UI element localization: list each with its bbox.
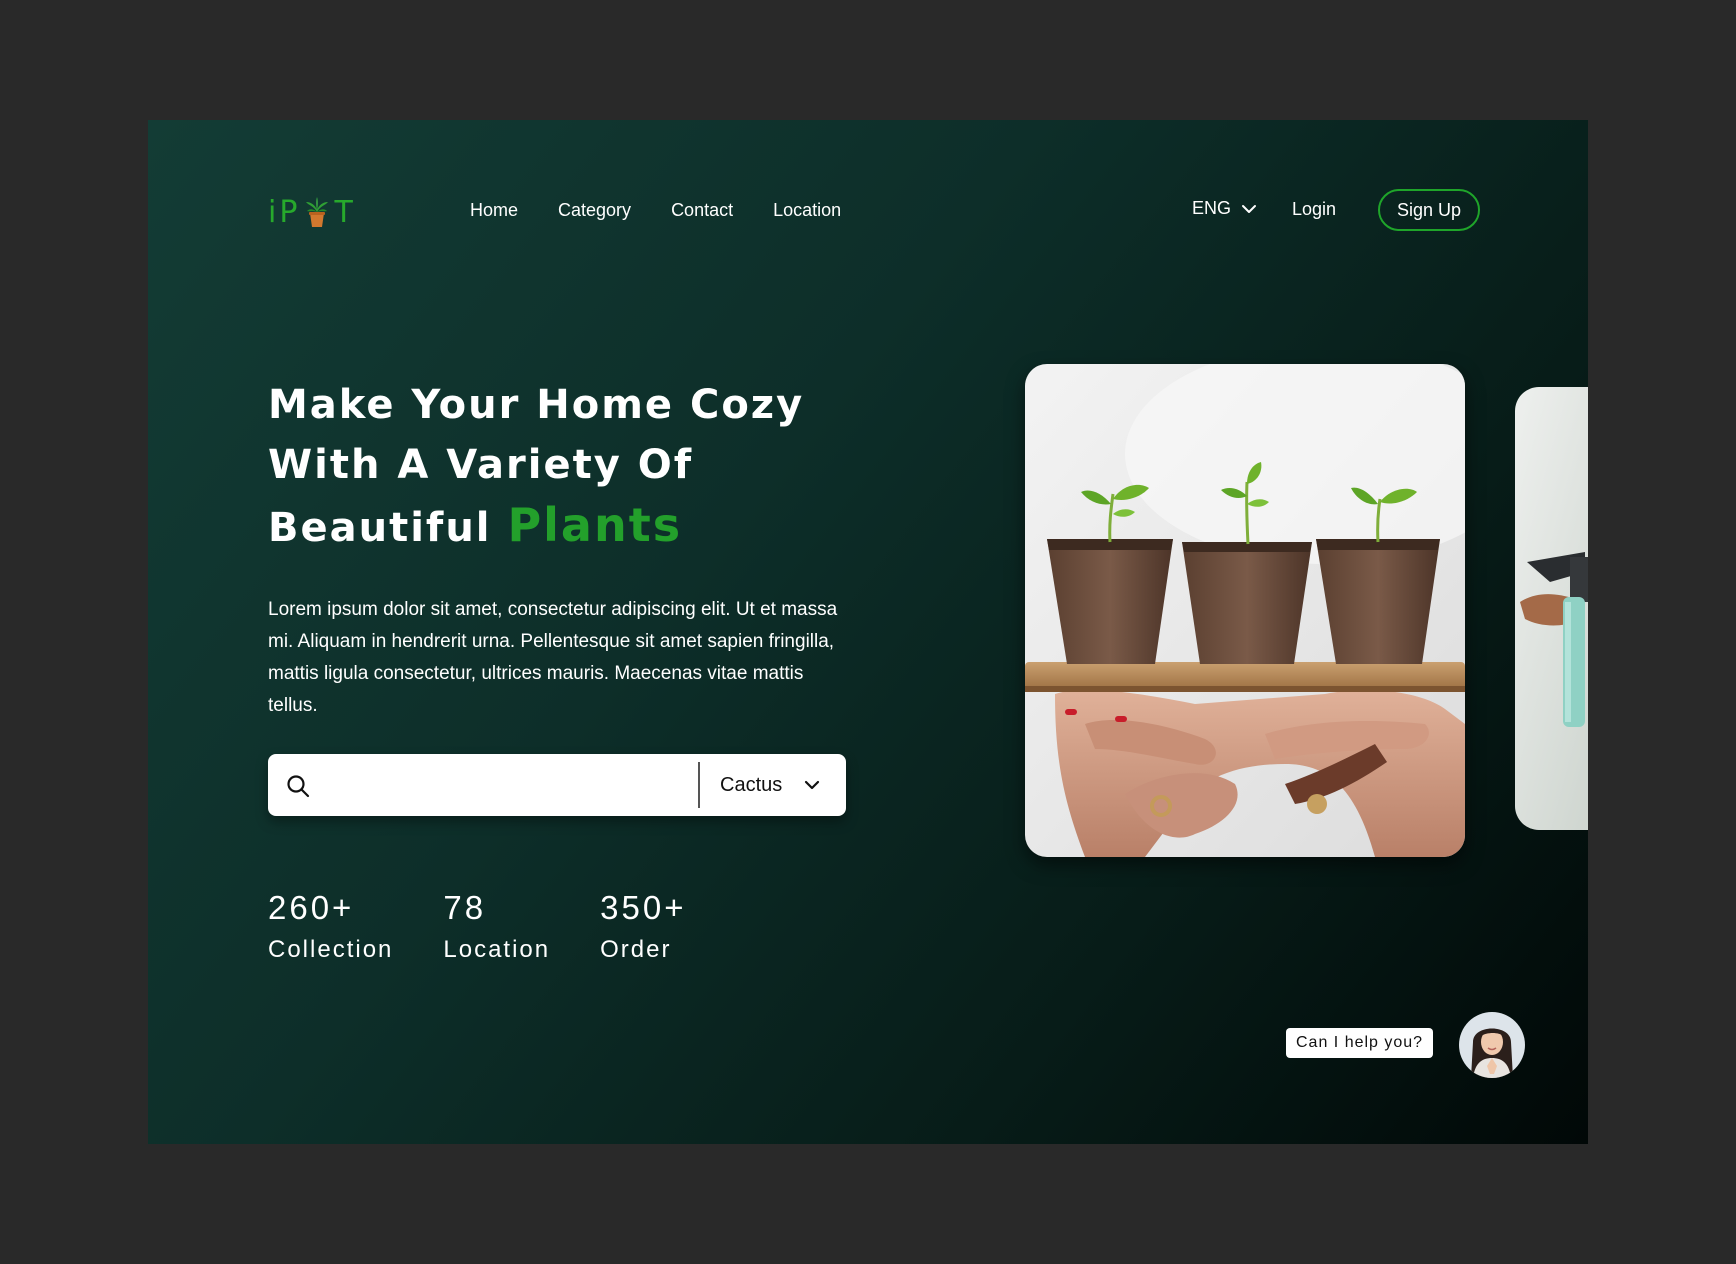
login-link[interactable]: Login — [1292, 199, 1336, 220]
spray-bottle-image — [1515, 387, 1588, 830]
support-avatar[interactable] — [1459, 1012, 1525, 1078]
headline-accent: Plants — [507, 498, 683, 552]
main-nav: Home Category Contact Location — [470, 200, 841, 221]
logo-text-suffix: T — [334, 194, 356, 230]
search-bar: Cactus — [268, 754, 846, 816]
stat-collection: 260+ Collection — [268, 888, 393, 964]
stat-label: Location — [443, 936, 551, 963]
stats: 260+ Collection 78 Location 350+ Order — [268, 888, 736, 964]
seedling-pots-image — [1025, 364, 1465, 857]
logo[interactable]: iP T — [268, 192, 356, 232]
spray-bottle-photo — [1515, 387, 1588, 830]
category-select[interactable]: Cactus — [720, 754, 840, 816]
seedling-pots-photo — [1025, 364, 1465, 857]
chevron-down-icon — [1242, 204, 1257, 213]
landing-page: iP T Home Category Contact Location ENG … — [148, 120, 1588, 1144]
stat-value: 78 — [443, 889, 487, 926]
search-input[interactable] — [322, 766, 646, 806]
category-select-value: Cactus — [720, 773, 783, 796]
stat-value: 350+ — [600, 889, 687, 926]
stat-label: Order — [600, 936, 672, 963]
headline-line-3: Beautiful — [268, 505, 492, 551]
headline-line-2: With A Variety Of — [268, 442, 694, 488]
chevron-down-icon — [805, 780, 820, 790]
stat-location: 78 Location — [443, 888, 550, 964]
avatar-image — [1459, 1012, 1525, 1078]
nav-item-location[interactable]: Location — [773, 200, 841, 221]
nav-item-category[interactable]: Category — [558, 200, 631, 221]
search-divider — [698, 762, 700, 808]
search-icon[interactable] — [286, 774, 310, 798]
plant-pot-icon — [306, 197, 329, 227]
logo-text-prefix: iP — [268, 194, 301, 230]
nav-item-contact[interactable]: Contact — [671, 200, 733, 221]
hero-description: Lorem ipsum dolor sit amet, consectetur … — [268, 599, 838, 716]
headline-line-1: Make Your Home Cozy — [268, 382, 805, 428]
stat-label: Collection — [268, 936, 394, 963]
hero-headline: Make Your Home Cozy With A Variety Of Be… — [268, 375, 828, 558]
language-label: ENG — [1192, 198, 1232, 218]
stat-order: 350+ Order — [600, 888, 686, 964]
signup-button[interactable]: Sign Up — [1378, 189, 1480, 231]
language-selector[interactable]: ENG — [1192, 198, 1257, 219]
help-chat-bubble[interactable]: Can I help you? — [1286, 1028, 1434, 1058]
stat-value: 260+ — [268, 889, 355, 926]
nav-item-home[interactable]: Home — [470, 200, 518, 221]
